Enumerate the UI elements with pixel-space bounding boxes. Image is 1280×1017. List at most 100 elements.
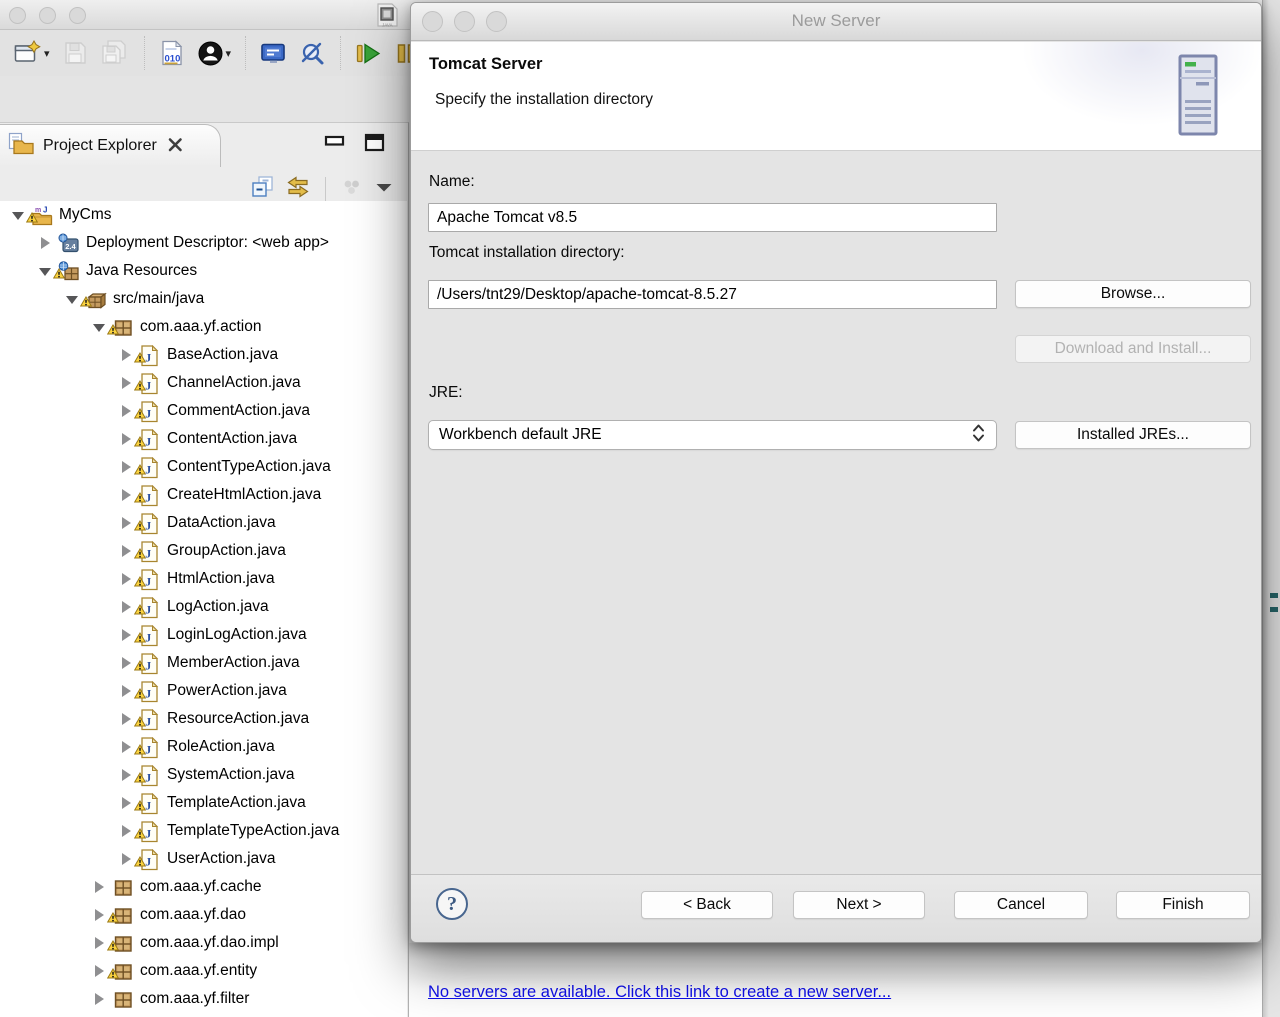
link-with-editor-icon[interactable] xyxy=(285,175,311,204)
select-stepper-icon xyxy=(971,421,986,450)
disclosure-collapsed-icon[interactable] xyxy=(91,935,108,952)
tree-item-label: UserAction.java xyxy=(167,850,276,867)
tree-item[interactable]: com.aaa.yf.dao xyxy=(0,901,407,929)
tree-item[interactable]: J BaseAction.java xyxy=(0,341,407,369)
disclosure-expanded-icon[interactable] xyxy=(37,263,54,280)
installation-directory-input[interactable] xyxy=(428,280,997,309)
disclosure-collapsed-icon[interactable] xyxy=(118,487,135,504)
tree-item[interactable]: J LoginLogAction.java xyxy=(0,621,407,649)
tree-item[interactable]: J ResourceAction.java xyxy=(0,705,407,733)
tree-item[interactable]: J MemberAction.java xyxy=(0,649,407,677)
close-view-icon[interactable] xyxy=(167,137,184,158)
disclosure-collapsed-icon[interactable] xyxy=(118,711,135,728)
browse-button[interactable]: Browse... xyxy=(1015,280,1251,308)
disclosure-collapsed-icon[interactable] xyxy=(118,375,135,392)
zoom-window-button[interactable] xyxy=(69,7,86,24)
minimize-view-icon[interactable] xyxy=(324,133,346,158)
dialog-footer: ? < Back Next > Cancel Finish xyxy=(411,874,1261,942)
svg-text:J: J xyxy=(145,547,151,561)
java-file-icon: J xyxy=(133,568,164,591)
tree-item[interactable]: J RoleAction.java xyxy=(0,733,407,761)
tree-item[interactable]: com.aaa.yf.filter xyxy=(0,985,407,1013)
disclosure-collapsed-icon[interactable] xyxy=(118,767,135,784)
view-menu-icon[interactable] xyxy=(374,179,394,200)
collapse-all-icon[interactable] xyxy=(250,175,275,204)
finish-button[interactable]: Finish xyxy=(1116,891,1250,919)
tab-project-explorer[interactable]: Project Explorer xyxy=(0,124,221,167)
help-button[interactable]: ? xyxy=(436,888,468,920)
disclosure-expanded-icon[interactable] xyxy=(64,291,81,308)
remote-console-button[interactable] xyxy=(254,37,293,69)
disclosure-collapsed-icon[interactable] xyxy=(118,683,135,700)
server-name-input[interactable] xyxy=(428,203,997,232)
new-wizard-button[interactable]: ▾ xyxy=(8,37,56,69)
tree-item[interactable]: J LogAction.java xyxy=(0,593,407,621)
dropdown-caret-icon[interactable]: ▾ xyxy=(44,47,50,60)
disclosure-collapsed-icon[interactable] xyxy=(91,879,108,896)
maximize-view-icon[interactable] xyxy=(364,133,386,158)
tree-item[interactable]: J ChannelAction.java xyxy=(0,369,407,397)
disclosure-collapsed-icon[interactable] xyxy=(118,739,135,756)
svg-text:JAVA: JAVA xyxy=(382,23,393,28)
cancel-button[interactable]: Cancel xyxy=(954,891,1088,919)
tree-item[interactable]: src/main/java xyxy=(0,285,407,313)
binary-file-button[interactable]: 010 xyxy=(153,37,191,69)
close-window-button[interactable] xyxy=(9,7,26,24)
tree-item[interactable]: J ContentAction.java xyxy=(0,425,407,453)
tree-item[interactable]: J DataAction.java xyxy=(0,509,407,537)
tree-item[interactable]: J TemplateAction.java xyxy=(0,789,407,817)
disclosure-collapsed-icon[interactable] xyxy=(118,543,135,560)
tree-item[interactable]: m J MyCms xyxy=(0,201,407,229)
svg-text:J: J xyxy=(145,771,151,785)
disclosure-collapsed-icon[interactable] xyxy=(118,627,135,644)
tree-item[interactable]: J CreateHtmlAction.java xyxy=(0,481,407,509)
tree-item[interactable]: com.aaa.yf.action xyxy=(0,313,407,341)
disclosure-collapsed-icon[interactable] xyxy=(91,991,108,1008)
tree-item-label: com.aaa.yf.filter xyxy=(140,990,250,1007)
tree-item[interactable]: J CommentAction.java xyxy=(0,397,407,425)
tree-item[interactable]: 2.4 Deployment Descriptor: <web app> xyxy=(0,229,407,257)
tree-item[interactable]: J HtmlAction.java xyxy=(0,565,407,593)
tree-item[interactable]: J ContentTypeAction.java xyxy=(0,453,407,481)
installed-jres-button[interactable]: Installed JREs... xyxy=(1015,421,1251,449)
disclosure-collapsed-icon[interactable] xyxy=(118,347,135,364)
disclosure-expanded-icon[interactable] xyxy=(10,207,27,224)
disclosure-collapsed-icon[interactable] xyxy=(118,515,135,532)
tree-item[interactable]: J SystemAction.java xyxy=(0,761,407,789)
svg-text:J: J xyxy=(145,407,151,421)
disclosure-collapsed-icon[interactable] xyxy=(91,963,108,980)
tree-item[interactable]: com.aaa.yf.cache xyxy=(0,873,407,901)
disclosure-collapsed-icon[interactable] xyxy=(118,851,135,868)
tree-item-label: GroupAction.java xyxy=(167,542,286,559)
tree-item[interactable]: J GroupAction.java xyxy=(0,537,407,565)
disclosure-collapsed-icon[interactable] xyxy=(118,599,135,616)
tree-item[interactable]: J TemplateTypeAction.java xyxy=(0,817,407,845)
jre-select[interactable]: Workbench default JRE xyxy=(428,420,997,450)
project-tree: m J MyCms 2.4 Deployment Descriptor: <web ap… xyxy=(0,201,407,1017)
tree-item[interactable]: com.aaa.yf.entity xyxy=(0,957,407,985)
disclosure-collapsed-icon[interactable] xyxy=(91,907,108,924)
back-button[interactable]: < Back xyxy=(641,891,773,919)
disclosure-collapsed-icon[interactable] xyxy=(118,655,135,672)
disclosure-collapsed-icon[interactable] xyxy=(118,403,135,420)
disclosure-collapsed-icon[interactable] xyxy=(37,235,54,252)
tree-item[interactable]: J PowerAction.java xyxy=(0,677,407,705)
user-button[interactable]: ▾ xyxy=(191,37,238,69)
disclosure-collapsed-icon[interactable] xyxy=(118,459,135,476)
dropdown-caret-icon[interactable]: ▾ xyxy=(226,47,232,60)
tree-item[interactable]: com.aaa.yf.dao.impl xyxy=(0,929,407,957)
no-search-button[interactable] xyxy=(293,37,332,69)
disclosure-collapsed-icon[interactable] xyxy=(118,823,135,840)
disclosure-collapsed-icon[interactable] xyxy=(118,431,135,448)
tree-item-label: CreateHtmlAction.java xyxy=(167,486,322,503)
disclosure-collapsed-icon[interactable] xyxy=(118,571,135,588)
disclosure-expanded-icon[interactable] xyxy=(91,319,108,336)
minimize-window-button[interactable] xyxy=(39,7,56,24)
tree-item[interactable]: Java Resources xyxy=(0,257,407,285)
tree-item[interactable]: J UserAction.java xyxy=(0,845,407,873)
disclosure-collapsed-icon[interactable] xyxy=(118,795,135,812)
run-button[interactable] xyxy=(349,37,388,69)
java-perspective-icon[interactable]: JAVA xyxy=(372,2,402,30)
create-server-link[interactable]: No servers are available. Click this lin… xyxy=(428,983,891,1002)
next-button[interactable]: Next > xyxy=(793,891,925,919)
